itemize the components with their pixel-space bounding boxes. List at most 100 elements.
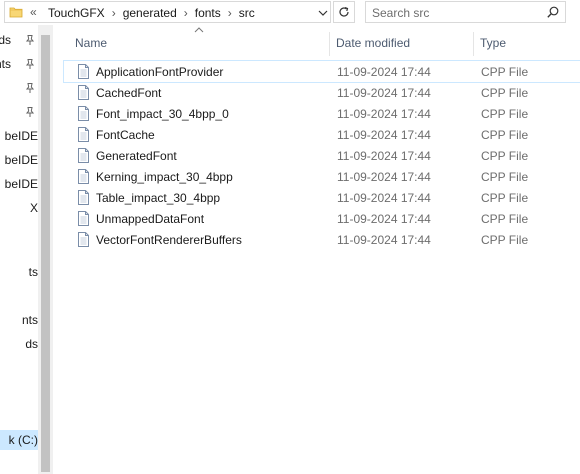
file-name: GeneratedFont [96, 149, 177, 163]
pin-icon[interactable] [24, 106, 36, 118]
pin-icon[interactable] [24, 34, 36, 46]
pin-icon[interactable] [24, 58, 36, 70]
file-type: CPP File [481, 212, 529, 226]
address-toolbar: « TouchGFX › generated › fonts › src [0, 0, 580, 25]
file-type: CPP File [481, 233, 529, 247]
file-row[interactable]: Table_impact_30_4bpp 11-09-2024 17:44 CPP … [64, 187, 580, 208]
breadcrumb-src[interactable]: src [236, 6, 258, 20]
file-row[interactable]: FontCache 11-09-2024 17:44 CPP File [64, 124, 580, 145]
file-type: CPP File [481, 65, 529, 79]
nav-item-label: nts [0, 57, 11, 71]
nav-item[interactable]: X [0, 198, 38, 218]
nav-item-label: X [29, 201, 38, 215]
search-input[interactable] [372, 5, 542, 21]
file-date-modified: 11-09-2024 17:44 [337, 128, 431, 142]
file-date-modified: 11-09-2024 17:44 [337, 149, 431, 163]
file-type: CPP File [481, 107, 529, 121]
file-date-modified: 11-09-2024 17:44 [337, 191, 431, 205]
file-type: CPP File [481, 86, 529, 100]
file-type: CPP File [481, 170, 529, 184]
chevron-down-icon[interactable] [316, 6, 330, 20]
nav-item[interactable]: ts [0, 262, 38, 282]
nav-item-label: beIDE [4, 177, 38, 191]
file-row[interactable]: Font_impact_30_4bpp_0 11-09-2024 17:44 CPP… [64, 103, 580, 124]
column-header-date-modified[interactable]: Date modified [336, 30, 410, 56]
file-name: VectorFontRendererBuffers [96, 233, 242, 247]
file-date-modified: 11-09-2024 17:44 [337, 170, 431, 184]
breadcrumb-generated[interactable]: generated [120, 6, 180, 20]
file-type: CPP File [481, 149, 529, 163]
file-date-modified: 11-09-2024 17:44 [337, 212, 431, 226]
nav-item[interactable]: nts [0, 310, 38, 330]
cpp-file-icon [78, 64, 89, 79]
nav-item-label: ds [0, 33, 11, 47]
nav-item-label: ds [25, 337, 38, 351]
search-box[interactable] [365, 1, 566, 23]
column-divider[interactable] [329, 32, 330, 56]
file-list: ApplicationFontProvider 11-09-2024 17:44 C… [63, 60, 580, 250]
breadcrumb-overflow-button[interactable]: « [30, 5, 37, 19]
pin-icon[interactable] [24, 82, 36, 94]
nav-item[interactable]: k (C:) [0, 430, 38, 450]
file-row[interactable]: CachedFont 11-09-2024 17:44 CPP File [64, 82, 580, 103]
file-name: Table_impact_30_4bpp [96, 191, 221, 205]
cpp-file-icon [78, 106, 89, 121]
file-name: Font_impact_30_4bpp_0 [96, 107, 229, 121]
file-name: UnmappedDataFont [96, 212, 205, 226]
nav-item[interactable]: nts [0, 54, 38, 74]
file-row[interactable]: VectorFontRendererBuffers 11-09-2024 17:4… [64, 229, 580, 250]
column-divider[interactable] [473, 32, 474, 56]
nav-item-label: beIDE [4, 129, 38, 143]
file-date-modified: 11-09-2024 17:44 [337, 86, 431, 100]
nav-item[interactable] [0, 102, 38, 122]
file-type: CPP File [481, 128, 529, 142]
nav-item-label: nts [21, 313, 38, 327]
address-bar[interactable]: « TouchGFX › generated › fonts › src [4, 1, 331, 23]
refresh-icon [339, 6, 349, 17]
search-icon[interactable] [546, 5, 560, 19]
file-name: Kerning_impact_30_4bpp [96, 170, 233, 184]
nav-item-label: beIDE [4, 153, 38, 167]
nav-item[interactable]: beIDE [0, 150, 38, 170]
column-header-name[interactable]: Name [75, 30, 107, 56]
nav-item[interactable]: beIDE [0, 126, 38, 146]
breadcrumb-separator[interactable]: › [180, 6, 192, 20]
breadcrumb-separator[interactable]: › [224, 6, 236, 20]
nav-item[interactable] [0, 78, 38, 98]
navigation-scrollbar[interactable] [38, 25, 53, 474]
cpp-file-icon [78, 148, 89, 163]
nav-item-label: k (C:) [8, 433, 38, 447]
scrollbar-thumb[interactable] [41, 35, 50, 472]
cpp-file-icon [78, 232, 89, 247]
file-type: CPP File [481, 191, 529, 205]
breadcrumb: TouchGFX › generated › fonts › src [45, 6, 258, 20]
breadcrumb-fonts[interactable]: fonts [192, 6, 224, 20]
refresh-button[interactable] [333, 1, 355, 23]
sort-up-icon [194, 27, 204, 33]
breadcrumb-touchgfx[interactable]: TouchGFX [45, 6, 108, 20]
folder-icon [9, 7, 23, 18]
cpp-file-icon [78, 169, 89, 184]
file-name: ApplicationFontProvider [96, 65, 224, 79]
column-header-type[interactable]: Type [480, 30, 506, 56]
file-row[interactable]: Kerning_impact_30_4bpp 11-09-2024 17:44 CP… [64, 166, 580, 187]
cpp-file-icon [78, 190, 89, 205]
nav-item[interactable]: ds [0, 30, 38, 50]
nav-item[interactable]: beIDE [0, 174, 38, 194]
nav-item[interactable]: ds [0, 334, 38, 354]
file-name: FontCache [96, 128, 155, 142]
column-headers: Name Date modified Type [64, 27, 580, 56]
file-date-modified: 11-09-2024 17:44 [337, 233, 431, 247]
file-row[interactable]: GeneratedFont 11-09-2024 17:44 CPP File [64, 145, 580, 166]
cpp-file-icon [78, 127, 89, 142]
file-name: CachedFont [96, 86, 162, 100]
cpp-file-icon [78, 85, 89, 100]
breadcrumb-separator[interactable]: › [108, 6, 120, 20]
nav-item-label: ts [28, 265, 38, 279]
file-date-modified: 11-09-2024 17:44 [337, 107, 431, 121]
file-row[interactable]: UnmappedDataFont 11-09-2024 17:44 CPP File [64, 208, 580, 229]
file-row[interactable]: ApplicationFontProvider 11-09-2024 17:44 C… [63, 60, 580, 83]
navigation-pane: ds nts beIDE beIDE beIDE Xts nts ds k (C:) [0, 25, 38, 474]
cpp-file-icon [78, 211, 89, 226]
file-date-modified: 11-09-2024 17:44 [337, 65, 431, 79]
